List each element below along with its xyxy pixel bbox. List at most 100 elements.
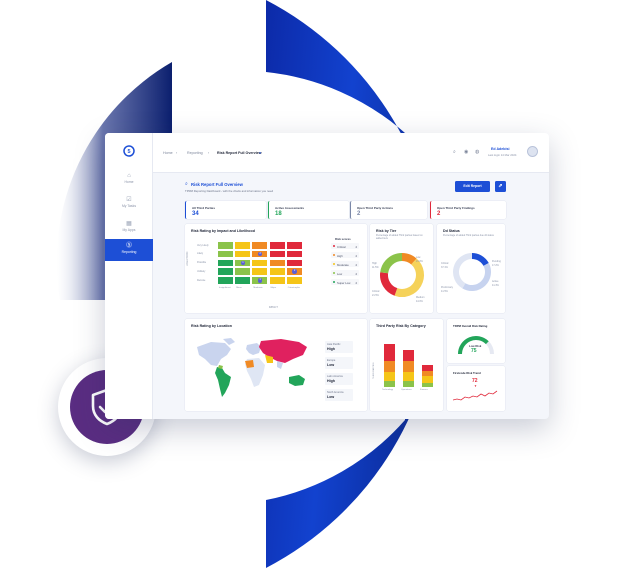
stack-segment[interactable]	[403, 349, 414, 361]
heatmap-cell[interactable]	[234, 276, 252, 285]
heatmap-card: Risk Rating by Impact and Likelihood LIK…	[185, 224, 367, 313]
search-icon[interactable]: ⌕	[453, 149, 456, 155]
heatmap-cell[interactable]	[251, 267, 269, 276]
region-level: High	[327, 379, 335, 383]
stack-segment[interactable]	[422, 376, 433, 383]
stack-segment[interactable]	[384, 344, 395, 362]
donut-slice[interactable]	[462, 263, 491, 291]
heatmap-cell[interactable]	[268, 258, 286, 268]
stack-segment[interactable]	[422, 382, 433, 387]
avatar[interactable]	[527, 146, 538, 157]
heatmap-cell[interactable]	[285, 249, 303, 259]
stack-segment[interactable]	[384, 361, 395, 373]
region-item[interactable]: Asia Pacific High	[325, 341, 353, 353]
breadcrumb-home[interactable]: Home	[163, 151, 173, 155]
heatmap-cell[interactable]	[251, 258, 269, 268]
stack-segment[interactable]	[422, 365, 433, 371]
home-icon: ⌂	[127, 173, 131, 179]
heatmap-cell[interactable]	[285, 241, 303, 250]
sidebar-item-apps[interactable]: ▦ My Apps	[105, 217, 153, 241]
category-chart-card: Third Party Risk By Category THIRD PARTI…	[370, 319, 443, 411]
legend-row: Super Low 2	[331, 279, 359, 285]
kpi-card-third-parties[interactable]: All Third Parties 34	[185, 201, 266, 219]
stack-segment[interactable]	[403, 360, 414, 372]
legend-row: Critical 2	[331, 243, 359, 249]
heatmap-row-label: Likely	[197, 252, 204, 256]
heatmap-cell[interactable]	[268, 276, 286, 285]
stack-segment[interactable]	[422, 370, 433, 377]
heatmap-cell[interactable]	[217, 249, 234, 259]
notification-icon[interactable]: ◍	[475, 149, 479, 155]
heatmap-cell[interactable]	[251, 241, 269, 250]
heatmap-cell[interactable]	[285, 276, 303, 285]
dd-label-left-2: Preliminary	[441, 286, 453, 289]
map-north-america[interactable]	[197, 342, 231, 366]
sidebar-item-home[interactable]: ⌂ Home	[105, 169, 153, 193]
heatmap-cell[interactable]	[285, 258, 303, 268]
kpi-card-findings[interactable]: Open Third Party Findings 2	[430, 201, 506, 219]
donut-slice[interactable]	[471, 253, 489, 267]
kpi-label: Open Third Party Findings	[437, 206, 475, 210]
overall-rating-card: TRPM Overall Risk Rating Low Risk 75	[447, 319, 505, 363]
category-label: Finance	[420, 389, 428, 391]
kpi-label: Open Third Party Actions	[357, 206, 394, 210]
edit-report-button[interactable]: Edit Report	[455, 181, 490, 192]
dd-value-left-1: 37.1%	[441, 266, 448, 269]
heatmap-cell[interactable]	[268, 241, 286, 250]
map-australia[interactable]	[289, 375, 305, 386]
donut-slice[interactable]	[453, 253, 473, 289]
heatmap-cell[interactable]	[268, 249, 286, 259]
legend-row: Moderate 2	[331, 261, 359, 267]
region-item[interactable]: North America Low	[325, 389, 353, 401]
share-button[interactable]: ⇗	[495, 181, 506, 192]
sidebar-item-tasks[interactable]: ☑ My Tasks	[105, 193, 153, 217]
stack-segment[interactable]	[384, 372, 395, 381]
legend-dot	[333, 263, 336, 266]
kpi-card-actions[interactable]: Open Third Party Actions 2	[350, 201, 427, 219]
sidebar: 5 ⌂ Home ☑ My Tasks ▦ My Apps ⓹ Reportin…	[105, 133, 153, 419]
heatmap-marker[interactable]: 1	[257, 278, 263, 283]
stack-segment[interactable]	[384, 380, 395, 387]
kpi-value: 2	[437, 211, 441, 217]
category-bars: Technology Operations Finance	[380, 335, 438, 397]
legend-label: High	[337, 253, 343, 258]
kpi-card-assessments[interactable]: Active Assessments 18	[268, 201, 349, 219]
stage: 5 ⌂ Home ☑ My Tasks ▦ My Apps ⓹ Reportin…	[0, 0, 620, 568]
donut-slice[interactable]	[380, 272, 398, 296]
region-item[interactable]: Latin America High	[325, 373, 353, 385]
legend-label: Moderate	[337, 262, 349, 267]
map-europe[interactable]	[246, 343, 261, 355]
legend-dot	[333, 245, 336, 248]
heatmap-cell[interactable]	[234, 267, 252, 276]
stack-segment[interactable]	[403, 381, 414, 387]
help-icon[interactable]: ◉	[464, 149, 468, 155]
donut-slice[interactable]	[394, 258, 424, 297]
sidebar-item-reporting[interactable]: ⓹ Reporting	[105, 239, 153, 261]
donut-slice[interactable]	[380, 253, 403, 274]
region-item[interactable]: Europe Low	[325, 357, 353, 369]
donut-slice[interactable]	[401, 253, 417, 265]
legend-row: Low 2	[331, 270, 359, 276]
heatmap-cell[interactable]	[268, 267, 286, 276]
heatmap-col-label: Catastrophic	[287, 287, 301, 289]
info-icon[interactable]: ●	[259, 151, 261, 155]
legend-label: Critical	[337, 244, 346, 249]
heatmap-cell[interactable]	[217, 258, 234, 268]
stack-segment[interactable]	[403, 372, 414, 382]
heatmap-marker[interactable]: 2	[292, 269, 297, 274]
kpi-value: 2	[357, 211, 361, 217]
heatmap-cell[interactable]	[217, 241, 234, 250]
region-name: North America	[327, 391, 344, 394]
heatmap-cell[interactable]	[234, 241, 252, 250]
share-icon: ⇗	[498, 183, 503, 189]
heatmap-cell[interactable]	[234, 249, 252, 259]
region-level: Low	[327, 395, 335, 399]
category-label: Operations	[401, 389, 412, 391]
heatmap-cell[interactable]	[217, 276, 234, 285]
heatmap-cell[interactable]	[217, 267, 234, 276]
heatmap-y-axis-label: LIKELIHOOD	[186, 251, 189, 266]
user-name[interactable]: Ed Adebisi	[491, 147, 509, 151]
breadcrumb-reporting[interactable]: Reporting	[187, 151, 203, 155]
map-latin-america[interactable]	[215, 367, 231, 397]
gauge-value: 75	[471, 348, 477, 354]
